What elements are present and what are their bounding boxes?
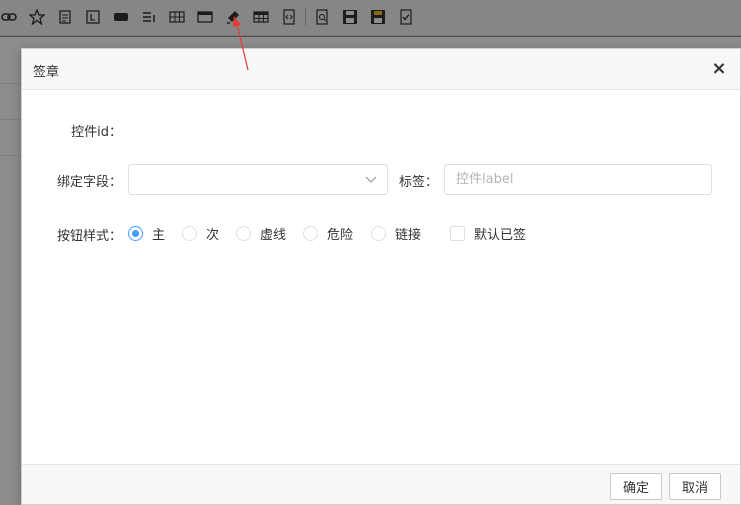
style-option-label: 危险 xyxy=(327,227,354,243)
style-option-label: 链接 xyxy=(395,227,422,243)
control-id-label: 控件id： xyxy=(71,125,122,140)
style-option-label: 虚线 xyxy=(260,227,287,243)
button-style-label: 按钮样式： xyxy=(56,229,122,244)
style-radio-primary[interactable]: 主 xyxy=(128,223,165,243)
radio-unchecked-icon[interactable] xyxy=(182,225,197,241)
radio-unchecked-icon[interactable] xyxy=(236,225,251,241)
radio-checked-icon[interactable] xyxy=(128,225,143,241)
chevron-down-icon xyxy=(365,176,377,183)
checkbox-unchecked-icon[interactable] xyxy=(450,225,465,241)
close-icon[interactable]: × xyxy=(710,58,728,79)
style-option-label: 主 xyxy=(152,227,166,243)
tag-input[interactable] xyxy=(444,164,712,195)
tag-label: 标签： xyxy=(398,175,438,190)
dialog-title: 签章 xyxy=(33,65,60,80)
dialog-footer: 确定 取消 xyxy=(22,464,740,504)
bind-field-label: 绑定字段： xyxy=(56,175,122,190)
style-radio-dashed[interactable]: 虚线 xyxy=(236,223,286,243)
radio-unchecked-icon[interactable] xyxy=(371,225,386,241)
default-signed-checkbox[interactable]: 默认已签 xyxy=(450,223,526,243)
style-radio-danger[interactable]: 危险 xyxy=(303,223,353,243)
radio-unchecked-icon[interactable] xyxy=(303,225,318,241)
style-option-label: 次 xyxy=(206,227,220,243)
confirm-button[interactable]: 确定 xyxy=(610,473,663,500)
style-radio-link[interactable]: 链接 xyxy=(371,223,421,243)
cancel-button[interactable]: 取消 xyxy=(669,473,722,500)
default-signed-label: 默认已签 xyxy=(474,227,527,243)
bind-field-select[interactable] xyxy=(128,164,388,195)
seal-dialog: 签章 × 控件id： 绑定字段： 标签： 按钮样式： 主 次 虚线 危险 链接 … xyxy=(21,48,741,505)
style-radio-secondary[interactable]: 次 xyxy=(182,223,219,243)
dialog-header: 签章 × xyxy=(22,49,740,90)
